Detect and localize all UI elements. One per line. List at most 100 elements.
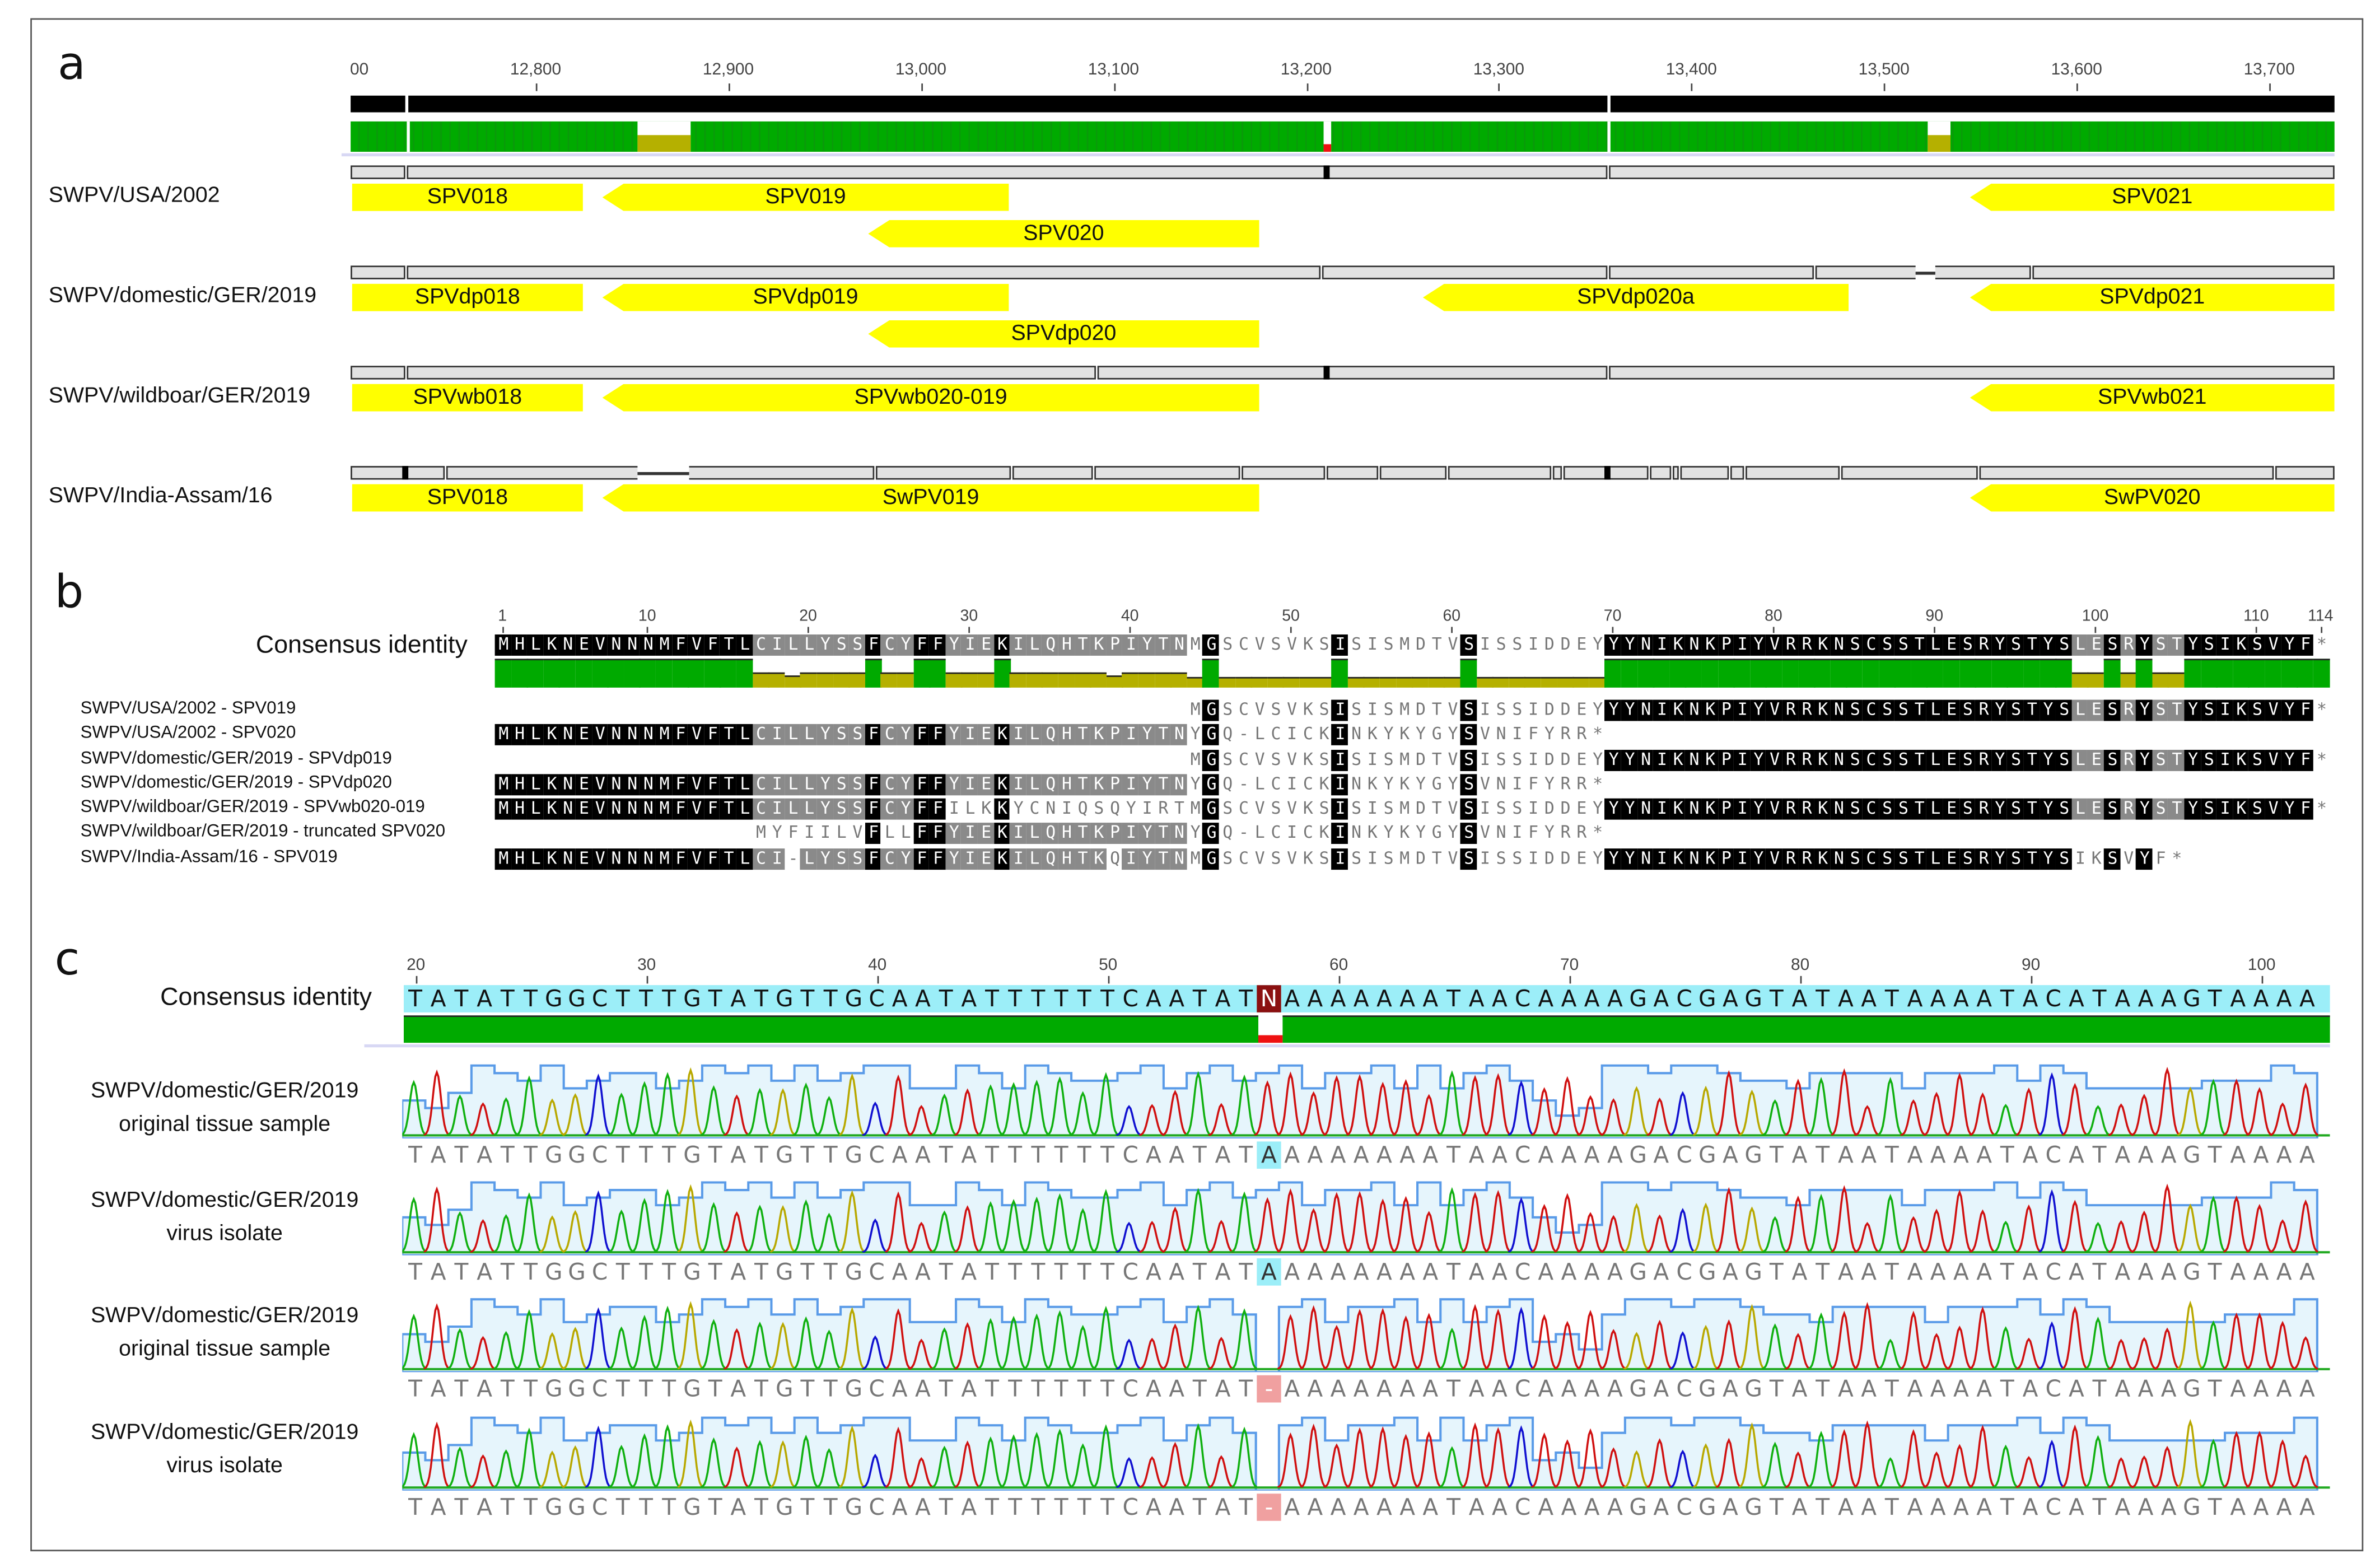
residue: S <box>2248 699 2265 721</box>
trace-label: SWPV/domestic/GER/2019 original tissue sa… <box>58 1299 391 1366</box>
trace-base: A <box>1468 1258 1485 1286</box>
residue: Y <box>1991 798 2008 820</box>
residue: L <box>1926 798 1943 820</box>
residue: Y <box>2039 798 2056 820</box>
consensus-residue: S <box>1512 634 1522 655</box>
residue: * <box>2316 699 2327 720</box>
trace-base: G <box>844 1258 863 1286</box>
residue: H <box>1058 724 1074 745</box>
residue: K <box>1367 823 1378 843</box>
identity-column <box>655 659 673 688</box>
ruler-tick <box>502 627 504 633</box>
residue: F <box>704 798 720 820</box>
residue: S <box>1319 848 1329 869</box>
residue: - <box>1238 774 1249 794</box>
trace-base: A <box>1791 1141 1808 1169</box>
residue: E <box>1576 848 1586 869</box>
residue: S <box>1878 699 1895 721</box>
identity-column <box>913 659 930 688</box>
consensus-residue: P <box>1106 634 1123 656</box>
trace-base: G <box>2183 1258 2201 1286</box>
residue: S <box>1959 798 1975 820</box>
divider <box>341 153 2335 157</box>
residue: C <box>752 798 769 820</box>
consensus-base: T <box>823 985 838 1012</box>
trace-base: T <box>800 1494 815 1521</box>
residue: L <box>800 848 817 870</box>
residue: Y <box>945 848 962 870</box>
sequence-segment <box>1840 466 1978 480</box>
consensus-base: A <box>1284 985 1300 1012</box>
consensus-base: A <box>2276 985 2292 1012</box>
residue: M <box>1399 699 1410 720</box>
ruler-tick <box>2076 83 2078 91</box>
ruler-tick <box>1130 627 1132 633</box>
variant-mark <box>1323 366 1330 380</box>
residue: V <box>591 724 608 745</box>
residue: D <box>1560 798 1571 818</box>
trace-base: A <box>2299 1494 2315 1521</box>
consensus-base: A <box>2299 985 2315 1012</box>
residue: S <box>1959 848 1975 870</box>
consensus-base: G <box>775 985 794 1012</box>
residue: T <box>720 798 736 820</box>
trace-base: A <box>915 1375 931 1403</box>
residue: E <box>1943 798 1959 820</box>
residue: C <box>1303 823 1313 843</box>
residue: N <box>607 848 624 870</box>
residue: L <box>900 823 911 843</box>
residue: H <box>511 774 528 796</box>
identity-column <box>1492 676 1509 688</box>
consensus-bar <box>0 95 2380 114</box>
consensus-base: T <box>800 985 815 1012</box>
trace-base: A <box>2138 1141 2154 1169</box>
residue: I <box>2216 699 2233 721</box>
residue: N <box>1637 798 1654 820</box>
residue: L <box>1025 724 1042 745</box>
ruler-tick-label: 12,900 <box>702 60 754 79</box>
trace-base: T <box>1054 1141 1068 1169</box>
residue: S <box>1512 848 1522 869</box>
trace-base: T <box>1100 1258 1114 1286</box>
consensus-base: G <box>1629 985 1647 1012</box>
residue: N <box>1830 699 1847 721</box>
consensus-residue: F <box>929 634 946 656</box>
consensus-base: C <box>1676 985 1692 1012</box>
sequence-label: SWPV/wildboar/GER/2019 - truncated SPV02… <box>80 823 446 841</box>
consensus-residue: Y <box>1991 634 2008 656</box>
gene-label: SPVdp019 <box>753 285 858 310</box>
residue: G <box>1202 774 1219 796</box>
residue: G <box>1202 848 1219 870</box>
trace-base: C <box>2045 1141 2061 1169</box>
residue: P <box>1718 798 1734 820</box>
residue: F <box>913 848 930 870</box>
trace-base: A <box>1468 1494 1485 1521</box>
residue: F <box>671 798 688 820</box>
residue: Y <box>945 823 962 844</box>
residue: K <box>1303 798 1313 818</box>
trace-base: A <box>1653 1141 1669 1169</box>
ruler-tick <box>728 83 730 91</box>
residue: T <box>1910 848 1927 870</box>
trace-base: T <box>1031 1141 1046 1169</box>
trace-base: T <box>662 1258 676 1286</box>
residue: S <box>2200 798 2216 820</box>
consensus-residue: S <box>2055 634 2072 656</box>
residue: Y <box>2280 749 2297 771</box>
residue: N <box>1170 848 1187 870</box>
residue: I <box>1528 699 1538 720</box>
identity-column <box>720 659 737 688</box>
residue: V <box>1448 848 1458 869</box>
residue: Q <box>1042 848 1058 870</box>
trace-base: T <box>500 1494 515 1521</box>
residue: C <box>1862 699 1879 721</box>
residue: F <box>1528 823 1538 843</box>
residue: L <box>884 823 895 843</box>
residue: R <box>1798 798 1814 820</box>
consensus-residue: S <box>2248 634 2265 656</box>
trace-base: A <box>1837 1494 1854 1521</box>
trace-base: G <box>775 1494 794 1521</box>
identity-column <box>1379 676 1397 688</box>
gene-arrow: SPVdp020a <box>1422 283 1849 311</box>
residue: K <box>1814 699 1831 721</box>
